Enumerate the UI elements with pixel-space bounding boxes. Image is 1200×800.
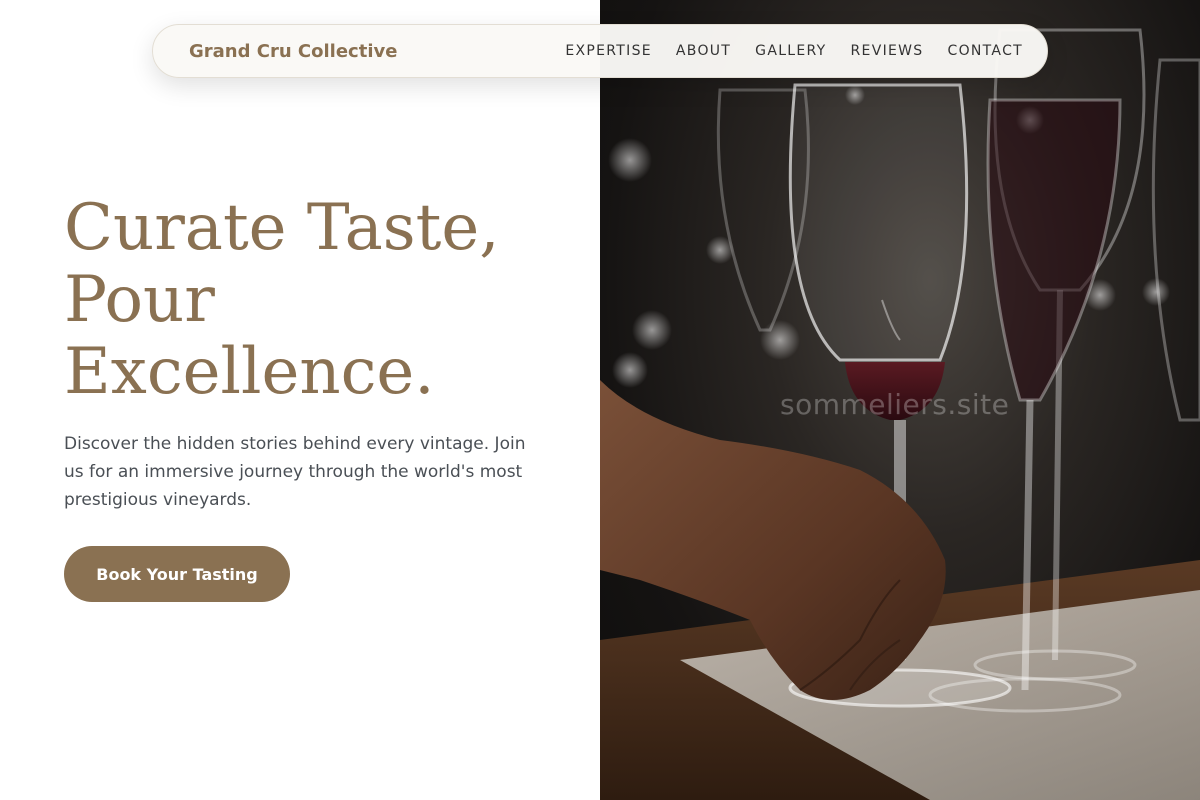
brand-logo[interactable]: Grand Cru Collective [189, 41, 397, 62]
hero-headline: Curate Taste, Pour Excellence. [64, 192, 564, 408]
top-navbar: Grand Cru Collective EXPERTISE ABOUT GAL… [152, 24, 1048, 78]
nav-link-contact[interactable]: CONTACT [948, 43, 1024, 59]
hero-subtext: Discover the hidden stories behind every… [64, 434, 526, 510]
nav-link-about[interactable]: ABOUT [676, 43, 731, 59]
nav-link-reviews[interactable]: REVIEWS [851, 43, 924, 59]
headline-line-2: Pour [64, 263, 215, 337]
nav-link-expertise[interactable]: EXPERTISE [565, 43, 652, 59]
nav-link-gallery[interactable]: GALLERY [755, 43, 826, 59]
hero-section: Curate Taste, Pour Excellence. Discover … [64, 192, 564, 602]
headline-line-1: Curate Taste, [64, 191, 500, 265]
book-tasting-button[interactable]: Book Your Tasting [64, 546, 290, 602]
headline-line-3: Excellence. [64, 335, 435, 409]
nav-links: EXPERTISE ABOUT GALLERY REVIEWS CONTACT [565, 43, 1023, 59]
image-watermark: sommeliers.site [780, 388, 1010, 421]
hero-image: sommeliers.site [600, 0, 1200, 800]
